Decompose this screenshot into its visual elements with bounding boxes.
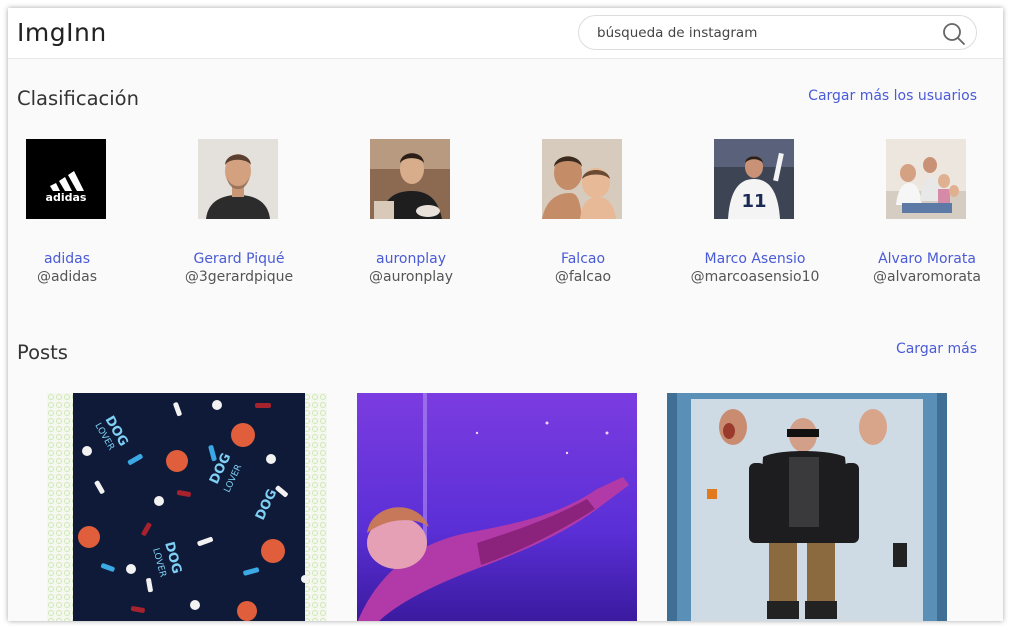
user-card-falcao[interactable]: Falcao @falcao [508, 138, 658, 298]
load-more-posts-link[interactable]: Cargar más [896, 341, 977, 357]
avatar[interactable] [542, 139, 622, 219]
site-logo[interactable]: ImgInn [17, 18, 107, 47]
avatar[interactable] [886, 139, 966, 219]
load-more-users-link[interactable]: Cargar más los usuarios [808, 88, 977, 104]
man-seated-photo-icon [370, 139, 450, 219]
user-name[interactable]: Álvaro Morata [852, 251, 1002, 267]
search-icon[interactable] [941, 21, 967, 47]
family-photo-icon [886, 139, 966, 219]
user-name[interactable]: Gerard Piqué [164, 251, 314, 267]
action-figure-photo-icon [667, 393, 947, 621]
user-handle: @3gerardpique [184, 269, 294, 285]
post-item[interactable] [357, 393, 637, 621]
user-card-auronplay[interactable]: auronplay @auronplay [336, 138, 486, 298]
user-name[interactable]: Marco Asensio [680, 251, 830, 267]
man-portrait-photo-icon [198, 139, 278, 219]
svg-text:adidas: adidas [46, 191, 87, 204]
posts-title: Posts [17, 341, 68, 364]
football-player-photo-icon: 11 [714, 139, 794, 219]
dog-lover-fabric-photo-icon: DOG DOG DOG DOG LOVER LOVER LOVER [47, 393, 327, 621]
avatar[interactable]: 11 [714, 139, 794, 219]
user-handle: @falcao [554, 269, 612, 285]
stage-performer-photo-icon [357, 393, 637, 621]
svg-text:11: 11 [741, 191, 766, 212]
search-bar[interactable] [578, 15, 977, 50]
user-handle: @adidas [36, 269, 98, 285]
search-input[interactable] [597, 23, 927, 43]
user-name[interactable]: adidas [8, 251, 142, 267]
avatar[interactable] [370, 139, 450, 219]
site-header: ImgInn [8, 8, 1003, 59]
browser-viewport: ImgInn Clasificación Cargar más los usua… [8, 8, 1003, 621]
user-card-gerard-pique[interactable]: Gerard Piqué @3gerardpique [164, 138, 314, 298]
user-handle: @marcoasensio10 [690, 269, 820, 285]
user-card-adidas[interactable]: adidas adidas @adidas [8, 138, 142, 298]
user-handle: @alvaromorata [873, 269, 981, 285]
user-list: adidas adidas @adidas Gerard Piqué @3ger… [8, 138, 1003, 298]
post-item[interactable] [667, 393, 947, 621]
post-item[interactable]: DOG DOG DOG DOG LOVER LOVER LOVER [47, 393, 327, 621]
user-card-marco-asensio[interactable]: 11 Marco Asensio @marcoasensio10 [680, 138, 830, 298]
adidas-logo-icon: adidas [26, 139, 106, 219]
user-name[interactable]: Falcao [508, 251, 658, 267]
user-name[interactable]: auronplay [336, 251, 486, 267]
man-with-baby-photo-icon [542, 139, 622, 219]
avatar[interactable] [198, 139, 278, 219]
user-handle: @auronplay [369, 269, 453, 285]
avatar[interactable]: adidas [26, 139, 106, 219]
ranking-title: Clasificación [17, 87, 139, 110]
user-card-alvaro-morata[interactable]: Álvaro Morata @alvaromorata [852, 138, 1002, 298]
